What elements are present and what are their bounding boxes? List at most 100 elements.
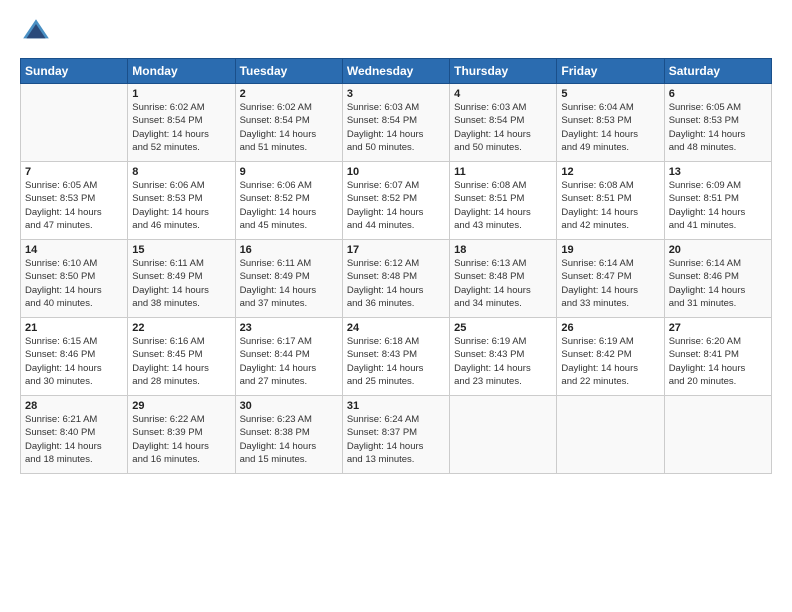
day-info: Sunrise: 6:11 AM Sunset: 8:49 PM Dayligh… bbox=[132, 257, 230, 310]
day-number: 17 bbox=[347, 244, 445, 256]
day-number: 13 bbox=[669, 166, 767, 178]
weekday-header-saturday: Saturday bbox=[664, 59, 771, 84]
logo bbox=[20, 16, 56, 48]
day-number: 3 bbox=[347, 88, 445, 100]
weekday-header-tuesday: Tuesday bbox=[235, 59, 342, 84]
day-info: Sunrise: 6:19 AM Sunset: 8:42 PM Dayligh… bbox=[561, 335, 659, 388]
calendar-cell bbox=[450, 396, 557, 474]
day-info: Sunrise: 6:15 AM Sunset: 8:46 PM Dayligh… bbox=[25, 335, 123, 388]
calendar-cell: 10Sunrise: 6:07 AM Sunset: 8:52 PM Dayli… bbox=[342, 162, 449, 240]
day-number: 6 bbox=[669, 88, 767, 100]
calendar-cell: 13Sunrise: 6:09 AM Sunset: 8:51 PM Dayli… bbox=[664, 162, 771, 240]
day-info: Sunrise: 6:16 AM Sunset: 8:45 PM Dayligh… bbox=[132, 335, 230, 388]
calendar-cell: 20Sunrise: 6:14 AM Sunset: 8:46 PM Dayli… bbox=[664, 240, 771, 318]
day-info: Sunrise: 6:20 AM Sunset: 8:41 PM Dayligh… bbox=[669, 335, 767, 388]
day-info: Sunrise: 6:07 AM Sunset: 8:52 PM Dayligh… bbox=[347, 179, 445, 232]
calendar-cell bbox=[21, 84, 128, 162]
day-info: Sunrise: 6:03 AM Sunset: 8:54 PM Dayligh… bbox=[347, 101, 445, 154]
day-info: Sunrise: 6:23 AM Sunset: 8:38 PM Dayligh… bbox=[240, 413, 338, 466]
day-number: 14 bbox=[25, 244, 123, 256]
calendar-week-4: 21Sunrise: 6:15 AM Sunset: 8:46 PM Dayli… bbox=[21, 318, 772, 396]
day-info: Sunrise: 6:02 AM Sunset: 8:54 PM Dayligh… bbox=[132, 101, 230, 154]
day-number: 30 bbox=[240, 400, 338, 412]
calendar-cell: 27Sunrise: 6:20 AM Sunset: 8:41 PM Dayli… bbox=[664, 318, 771, 396]
day-number: 24 bbox=[347, 322, 445, 334]
day-info: Sunrise: 6:06 AM Sunset: 8:52 PM Dayligh… bbox=[240, 179, 338, 232]
weekday-header-wednesday: Wednesday bbox=[342, 59, 449, 84]
day-number: 25 bbox=[454, 322, 552, 334]
day-info: Sunrise: 6:17 AM Sunset: 8:44 PM Dayligh… bbox=[240, 335, 338, 388]
calendar-table: SundayMondayTuesdayWednesdayThursdayFrid… bbox=[20, 58, 772, 474]
day-number: 12 bbox=[561, 166, 659, 178]
page-container: SundayMondayTuesdayWednesdayThursdayFrid… bbox=[0, 0, 792, 484]
day-info: Sunrise: 6:03 AM Sunset: 8:54 PM Dayligh… bbox=[454, 101, 552, 154]
day-number: 31 bbox=[347, 400, 445, 412]
calendar-cell: 5Sunrise: 6:04 AM Sunset: 8:53 PM Daylig… bbox=[557, 84, 664, 162]
calendar-cell: 31Sunrise: 6:24 AM Sunset: 8:37 PM Dayli… bbox=[342, 396, 449, 474]
weekday-header-friday: Friday bbox=[557, 59, 664, 84]
day-number: 1 bbox=[132, 88, 230, 100]
calendar-cell: 24Sunrise: 6:18 AM Sunset: 8:43 PM Dayli… bbox=[342, 318, 449, 396]
calendar-cell: 28Sunrise: 6:21 AM Sunset: 8:40 PM Dayli… bbox=[21, 396, 128, 474]
calendar-cell: 9Sunrise: 6:06 AM Sunset: 8:52 PM Daylig… bbox=[235, 162, 342, 240]
weekday-header-sunday: Sunday bbox=[21, 59, 128, 84]
day-info: Sunrise: 6:08 AM Sunset: 8:51 PM Dayligh… bbox=[454, 179, 552, 232]
day-number: 5 bbox=[561, 88, 659, 100]
day-info: Sunrise: 6:19 AM Sunset: 8:43 PM Dayligh… bbox=[454, 335, 552, 388]
day-number: 9 bbox=[240, 166, 338, 178]
calendar-cell: 22Sunrise: 6:16 AM Sunset: 8:45 PM Dayli… bbox=[128, 318, 235, 396]
calendar-cell: 4Sunrise: 6:03 AM Sunset: 8:54 PM Daylig… bbox=[450, 84, 557, 162]
day-info: Sunrise: 6:05 AM Sunset: 8:53 PM Dayligh… bbox=[669, 101, 767, 154]
weekday-header-monday: Monday bbox=[128, 59, 235, 84]
day-info: Sunrise: 6:24 AM Sunset: 8:37 PM Dayligh… bbox=[347, 413, 445, 466]
day-number: 27 bbox=[669, 322, 767, 334]
day-info: Sunrise: 6:22 AM Sunset: 8:39 PM Dayligh… bbox=[132, 413, 230, 466]
calendar-cell: 8Sunrise: 6:06 AM Sunset: 8:53 PM Daylig… bbox=[128, 162, 235, 240]
calendar-cell: 2Sunrise: 6:02 AM Sunset: 8:54 PM Daylig… bbox=[235, 84, 342, 162]
day-info: Sunrise: 6:08 AM Sunset: 8:51 PM Dayligh… bbox=[561, 179, 659, 232]
day-info: Sunrise: 6:21 AM Sunset: 8:40 PM Dayligh… bbox=[25, 413, 123, 466]
header bbox=[20, 16, 772, 48]
day-number: 19 bbox=[561, 244, 659, 256]
day-number: 2 bbox=[240, 88, 338, 100]
calendar-cell: 18Sunrise: 6:13 AM Sunset: 8:48 PM Dayli… bbox=[450, 240, 557, 318]
day-info: Sunrise: 6:13 AM Sunset: 8:48 PM Dayligh… bbox=[454, 257, 552, 310]
day-number: 26 bbox=[561, 322, 659, 334]
day-info: Sunrise: 6:18 AM Sunset: 8:43 PM Dayligh… bbox=[347, 335, 445, 388]
day-number: 28 bbox=[25, 400, 123, 412]
day-info: Sunrise: 6:09 AM Sunset: 8:51 PM Dayligh… bbox=[669, 179, 767, 232]
calendar-cell bbox=[557, 396, 664, 474]
calendar-cell: 21Sunrise: 6:15 AM Sunset: 8:46 PM Dayli… bbox=[21, 318, 128, 396]
calendar-cell: 16Sunrise: 6:11 AM Sunset: 8:49 PM Dayli… bbox=[235, 240, 342, 318]
calendar-cell: 15Sunrise: 6:11 AM Sunset: 8:49 PM Dayli… bbox=[128, 240, 235, 318]
day-info: Sunrise: 6:04 AM Sunset: 8:53 PM Dayligh… bbox=[561, 101, 659, 154]
calendar-cell: 1Sunrise: 6:02 AM Sunset: 8:54 PM Daylig… bbox=[128, 84, 235, 162]
calendar-cell: 19Sunrise: 6:14 AM Sunset: 8:47 PM Dayli… bbox=[557, 240, 664, 318]
day-number: 21 bbox=[25, 322, 123, 334]
calendar-cell: 23Sunrise: 6:17 AM Sunset: 8:44 PM Dayli… bbox=[235, 318, 342, 396]
day-number: 4 bbox=[454, 88, 552, 100]
day-info: Sunrise: 6:14 AM Sunset: 8:46 PM Dayligh… bbox=[669, 257, 767, 310]
day-number: 10 bbox=[347, 166, 445, 178]
day-number: 29 bbox=[132, 400, 230, 412]
calendar-cell: 6Sunrise: 6:05 AM Sunset: 8:53 PM Daylig… bbox=[664, 84, 771, 162]
calendar-cell: 12Sunrise: 6:08 AM Sunset: 8:51 PM Dayli… bbox=[557, 162, 664, 240]
day-number: 11 bbox=[454, 166, 552, 178]
calendar-cell: 17Sunrise: 6:12 AM Sunset: 8:48 PM Dayli… bbox=[342, 240, 449, 318]
day-number: 20 bbox=[669, 244, 767, 256]
weekday-header-row: SundayMondayTuesdayWednesdayThursdayFrid… bbox=[21, 59, 772, 84]
calendar-week-5: 28Sunrise: 6:21 AM Sunset: 8:40 PM Dayli… bbox=[21, 396, 772, 474]
day-number: 16 bbox=[240, 244, 338, 256]
calendar-week-1: 1Sunrise: 6:02 AM Sunset: 8:54 PM Daylig… bbox=[21, 84, 772, 162]
day-number: 8 bbox=[132, 166, 230, 178]
day-number: 23 bbox=[240, 322, 338, 334]
day-info: Sunrise: 6:02 AM Sunset: 8:54 PM Dayligh… bbox=[240, 101, 338, 154]
calendar-week-2: 7Sunrise: 6:05 AM Sunset: 8:53 PM Daylig… bbox=[21, 162, 772, 240]
day-info: Sunrise: 6:10 AM Sunset: 8:50 PM Dayligh… bbox=[25, 257, 123, 310]
calendar-cell: 25Sunrise: 6:19 AM Sunset: 8:43 PM Dayli… bbox=[450, 318, 557, 396]
weekday-header-thursday: Thursday bbox=[450, 59, 557, 84]
calendar-cell: 29Sunrise: 6:22 AM Sunset: 8:39 PM Dayli… bbox=[128, 396, 235, 474]
calendar-cell: 3Sunrise: 6:03 AM Sunset: 8:54 PM Daylig… bbox=[342, 84, 449, 162]
calendar-cell: 14Sunrise: 6:10 AM Sunset: 8:50 PM Dayli… bbox=[21, 240, 128, 318]
day-info: Sunrise: 6:05 AM Sunset: 8:53 PM Dayligh… bbox=[25, 179, 123, 232]
